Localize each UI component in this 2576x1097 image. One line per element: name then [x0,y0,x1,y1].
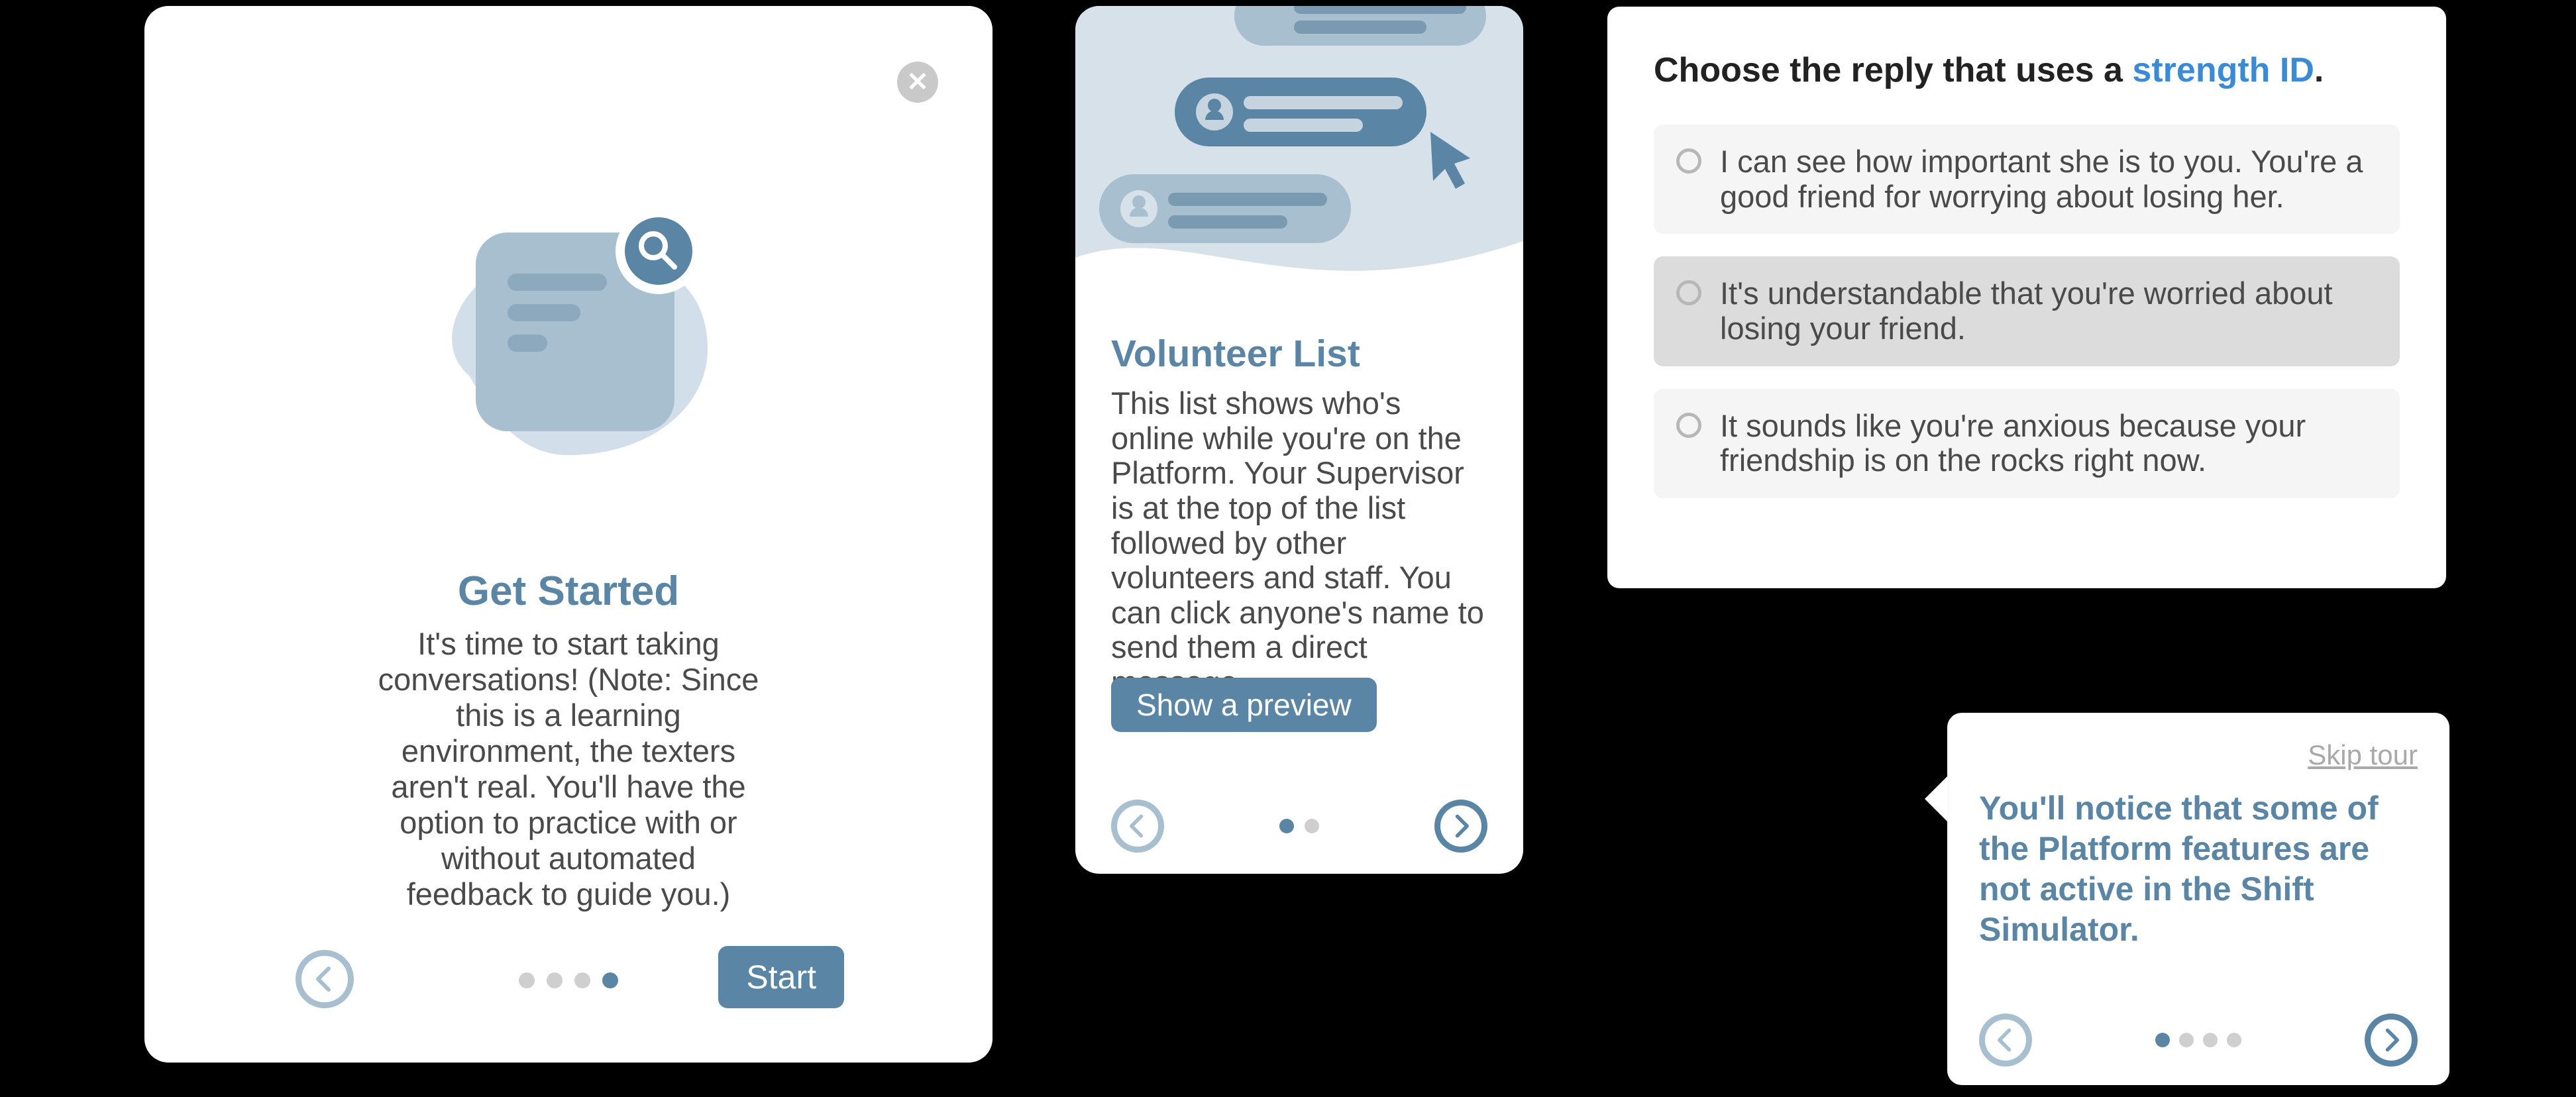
quiz-option-label: It sounds like you're anxious because yo… [1720,408,2306,478]
get-started-body: It's time to start taking conversations!… [376,626,761,912]
tour-nav [1947,1014,2449,1067]
quiz-option-2[interactable]: It's understandable that you're worried … [1654,256,2400,366]
pagination-dots [519,972,618,988]
prompt-highlight: strength ID [2132,51,2314,89]
quiz-prompt: Choose the reply that uses a strength ID… [1654,50,2400,90]
volunteer-list-card: Volunteer List This list shows who's onl… [1075,6,1523,874]
quiz-option-label: I can see how important she is to you. Y… [1720,144,2363,214]
back-arrow-icon[interactable] [1111,800,1164,853]
get-started-title: Get Started [144,568,993,615]
pagination-dots [1279,819,1319,833]
quiz-card: Choose the reply that uses a strength ID… [1607,7,2446,588]
tour-body: You'll notice that some of the Platform … [1979,788,2418,950]
radio-icon [1676,413,1701,438]
radio-icon [1676,148,1701,174]
back-arrow-icon[interactable] [295,950,354,1008]
skip-tour-link[interactable]: Skip tour [2308,739,2418,771]
quiz-option-label: It's understandable that you're worried … [1720,276,2333,346]
radio-icon [1676,280,1701,305]
prompt-suffix: . [2314,51,2324,89]
show-preview-button[interactable]: Show a preview [1111,678,1377,732]
close-icon[interactable]: ✕ [897,62,938,103]
get-started-illustration [396,190,741,482]
quiz-choices: I can see how important she is to you. Y… [1654,125,2400,498]
prompt-prefix: Choose the reply that uses a [1654,51,2132,89]
quiz-option-1[interactable]: I can see how important she is to you. Y… [1654,125,2400,234]
back-arrow-icon[interactable] [1979,1014,2032,1067]
get-started-card: ✕ Get Started It's time to start taking … [144,6,993,1063]
tour-bubble: Skip tour You'll notice that some of the… [1947,713,2449,1085]
start-button[interactable]: Start [718,946,844,1008]
volunteer-list-illustration [1075,6,1523,296]
next-arrow-icon[interactable] [1434,800,1487,853]
pagination-dots [2155,1033,2241,1047]
volunteer-list-body: This list shows who's online while you'r… [1111,386,1487,700]
quiz-option-3[interactable]: It sounds like you're anxious because yo… [1654,389,2400,498]
volunteer-list-nav [1075,800,1523,853]
volunteer-list-title: Volunteer List [1111,332,1360,376]
next-arrow-icon[interactable] [2365,1014,2418,1067]
